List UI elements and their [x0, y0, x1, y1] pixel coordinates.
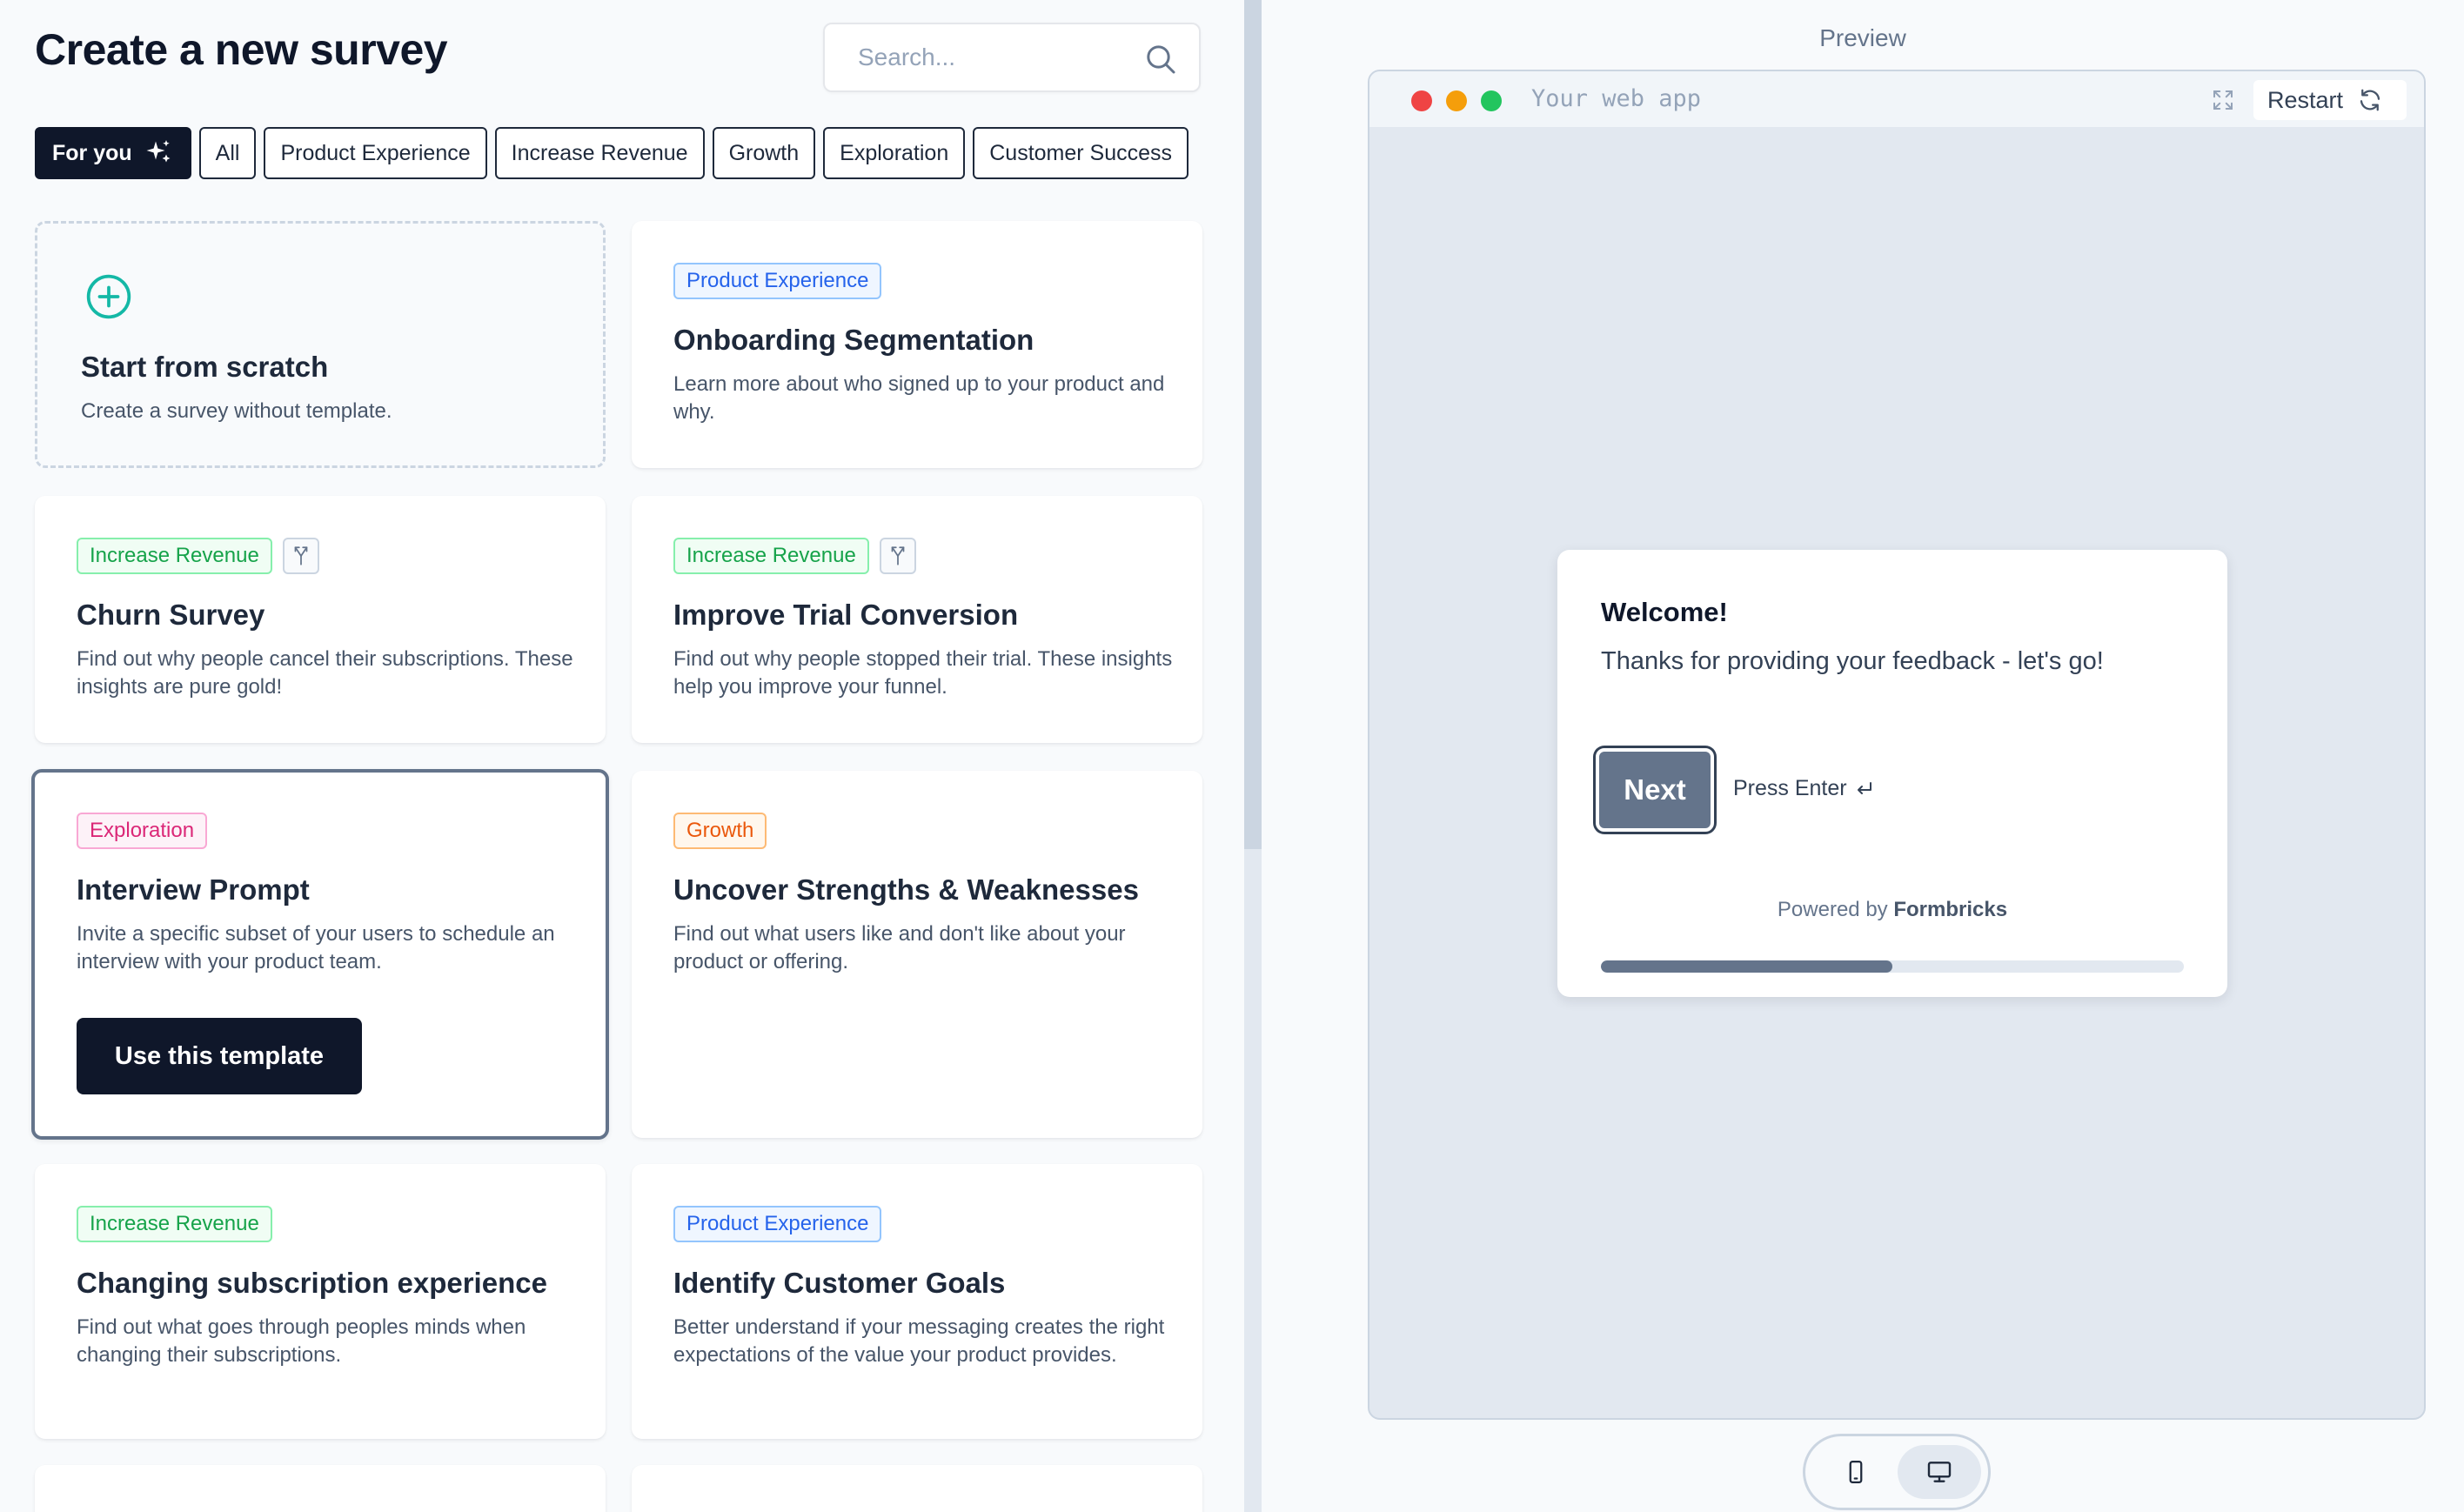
search-input[interactable]: Search... [858, 24, 955, 90]
restart-button[interactable]: Restart [2253, 80, 2407, 120]
scratch-description: Create a survey without template. [81, 399, 392, 423]
survey-progress-bar [1601, 960, 2184, 973]
template-card-changing-subscription-experience[interactable]: Increase Revenue Changing subscription e… [35, 1164, 606, 1439]
template-title: Interview Prompt [77, 873, 310, 906]
page-title: Create a new survey [35, 25, 448, 74]
template-card-improve-trial-conversion[interactable]: Increase Revenue Improve Trial Conversio… [632, 496, 1202, 743]
filter-increase-revenue[interactable]: Increase Revenue [494, 127, 705, 179]
search-icon[interactable] [1143, 42, 1178, 77]
template-card-identify-customer-goals[interactable]: Product Experience Identify Customer Goa… [632, 1164, 1202, 1439]
category-tag: Growth [673, 813, 767, 849]
template-title: Improve Trial Conversion [673, 599, 1019, 631]
search-box[interactable]: Search... [823, 23, 1201, 92]
template-title: Onboarding Segmentation [673, 324, 1034, 356]
browser-toolbar: Your web app Restart [1369, 71, 2424, 127]
app-root: Create a new survey Search... For you Al… [0, 0, 2464, 1512]
template-title: Changing subscription experience [77, 1267, 547, 1299]
window-minimize-dot [1446, 90, 1467, 111]
mobile-view-button[interactable] [1814, 1445, 1898, 1499]
filter-product-experience[interactable]: Product Experience [264, 127, 487, 179]
template-title: Uncover Strengths & Weaknesses [673, 873, 1139, 906]
use-this-template-button[interactable]: Use this template [77, 1018, 362, 1094]
enter-key-icon [1857, 781, 1871, 794]
scratch-title: Start from scratch [81, 351, 329, 383]
plus-circle-icon [86, 274, 131, 319]
template-card-churn-survey[interactable]: Increase Revenue Churn Survey Find out w… [35, 496, 606, 743]
category-tag: Increase Revenue [77, 1206, 272, 1242]
template-gallery: Create a new survey Search... For you Al… [0, 0, 1244, 1512]
gallery-scrollbar-thumb[interactable] [1244, 0, 1262, 849]
template-description: Find out why people cancel their subscri… [77, 647, 573, 699]
template-title: Churn Survey [77, 599, 265, 631]
window-maximize-dot [1481, 90, 1502, 111]
category-filters: For you All Product Experience Increase … [35, 127, 1189, 179]
smartphone-icon [1849, 1461, 1863, 1483]
category-tag: Exploration [77, 813, 208, 849]
monitor-icon [1927, 1462, 1952, 1482]
survey-preview-card: Welcome! Thanks for providing your feedb… [1557, 550, 2227, 997]
start-from-scratch-card[interactable]: Start from scratch Create a survey witho… [35, 221, 606, 468]
filter-for-you[interactable]: For you [35, 127, 191, 179]
template-card-partial[interactable] [35, 1465, 606, 1512]
survey-welcome-heading: Welcome! [1601, 597, 1728, 627]
template-card-interview-prompt[interactable]: Exploration Interview Prompt Invite a sp… [31, 769, 609, 1140]
template-description: Invite a specific subset of your users t… [77, 922, 555, 973]
filter-growth[interactable]: Growth [712, 127, 816, 179]
sparkles-icon [146, 140, 171, 163]
survey-next-button[interactable]: Next [1596, 748, 1714, 832]
template-card-uncover-strengths-weaknesses[interactable]: Growth Uncover Strengths & Weaknesses Fi… [632, 771, 1202, 1138]
device-toggle [1803, 1434, 1991, 1510]
desktop-view-button[interactable] [1898, 1445, 1981, 1499]
category-tag: Product Experience [673, 1206, 882, 1242]
filter-all[interactable]: All [198, 127, 257, 179]
expand-icon[interactable] [2210, 87, 2236, 113]
powered-by: Powered by Formbricks [1777, 898, 2008, 921]
category-tag: Product Experience [673, 263, 882, 299]
window-close-dot [1411, 90, 1432, 111]
press-enter-hint: Press Enter [1733, 776, 1875, 801]
template-card-partial[interactable] [632, 1465, 1202, 1512]
formbricks-brand: Formbricks [1893, 898, 2008, 921]
template-card-onboarding-segmentation[interactable]: Product Experience Onboarding Segmentati… [632, 221, 1202, 468]
template-description: Better understand if your messaging crea… [673, 1315, 1165, 1367]
template-description: Find out why people stopped their trial.… [673, 647, 1173, 699]
category-tag: Increase Revenue [673, 538, 869, 574]
template-description: Find out what goes through peoples minds… [77, 1315, 526, 1367]
template-title: Identify Customer Goals [673, 1267, 1006, 1299]
browser-mockup: Your web app Restart Welcome! Thanks for… [1368, 70, 2426, 1420]
survey-welcome-message: Thanks for providing your feedback - let… [1601, 647, 2104, 675]
survey-progress-fill [1601, 960, 1892, 973]
refresh-icon [2360, 89, 2380, 111]
branching-logic-icon [282, 538, 319, 574]
category-tag: Increase Revenue [77, 538, 272, 574]
template-description: Learn more about who signed up to your p… [673, 372, 1165, 424]
preview-label: Preview [1819, 24, 1906, 51]
branching-logic-icon [879, 538, 916, 574]
filter-exploration[interactable]: Exploration [823, 127, 966, 179]
app-name: Your web app [1531, 85, 1702, 112]
filter-customer-success[interactable]: Customer Success [973, 127, 1189, 179]
template-description: Find out what users like and don't like … [673, 922, 1126, 973]
preview-pane: Preview Your web app Restart Welcome! Th… [1262, 0, 2464, 1512]
